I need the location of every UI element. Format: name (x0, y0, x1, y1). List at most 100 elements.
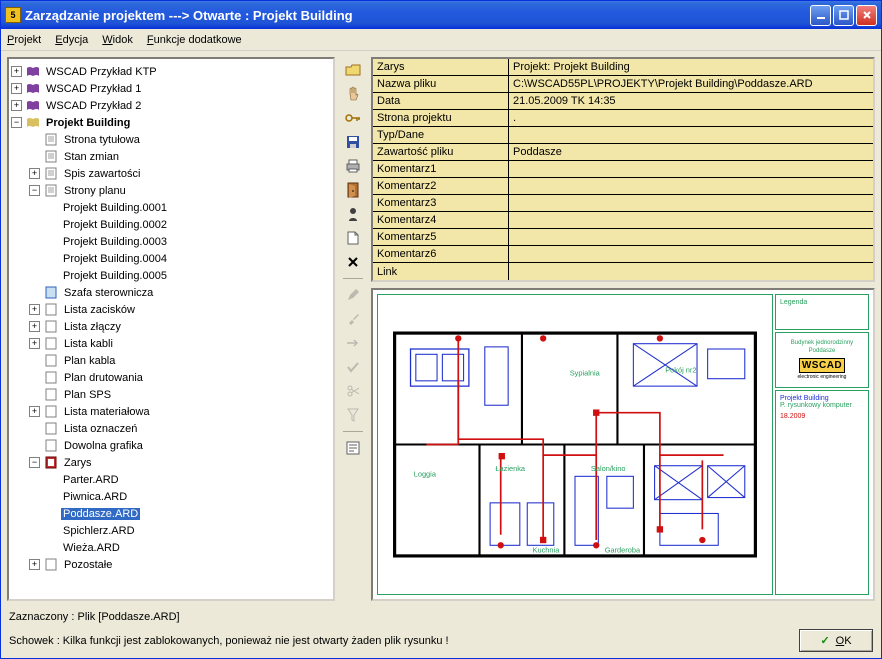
expand-toggle[interactable]: + (29, 304, 40, 315)
check-icon: ✓ (820, 634, 829, 647)
expand-toggle[interactable]: − (29, 457, 40, 468)
properties-button[interactable] (341, 437, 365, 459)
tree-item[interactable]: Lista oznaczeń (62, 423, 139, 435)
expand-toggle[interactable]: + (29, 321, 40, 332)
tree-item-selected[interactable]: Poddasze.ARD (61, 508, 140, 520)
tree-item[interactable]: Wieża.ARD (61, 542, 122, 554)
tree-item-active-project[interactable]: Projekt Building (44, 117, 132, 129)
prop-key: Zawartość pliku (373, 144, 509, 161)
prop-value[interactable] (509, 195, 873, 212)
tree-item[interactable]: Spis zawartości (62, 168, 142, 180)
print-button[interactable] (341, 155, 365, 177)
new-page-button[interactable] (341, 227, 365, 249)
statusbar: Zaznaczony : Plik [Poddasze.ARD] Schowek… (1, 607, 881, 658)
funnel-button (341, 404, 365, 426)
prop-key: Komentarz6 (373, 246, 509, 263)
prop-key: Typ/Dane (373, 127, 509, 144)
expand-toggle[interactable]: + (11, 66, 22, 77)
tree-item[interactable]: Projekt Building.0004 (61, 253, 169, 265)
floor-plan: Sypialnia Pokój nr2 Loggia Łazienka Kuch… (377, 294, 773, 595)
tree-item[interactable]: Szafa sterownicza (62, 287, 155, 299)
expand-toggle[interactable]: + (29, 559, 40, 570)
menu-project[interactable]: Projekt (7, 34, 41, 46)
tree-item[interactable]: WSCAD Przykład 1 (44, 83, 143, 95)
tree-item[interactable]: Lista materiałowa (62, 406, 152, 418)
prop-value[interactable] (509, 161, 873, 178)
meta-box: Projekt Building P. rysunkowy komputer 1… (775, 390, 869, 595)
tree-item[interactable]: Lista zacisków (62, 304, 137, 316)
prop-value[interactable] (509, 178, 873, 195)
prop-value[interactable] (509, 246, 873, 263)
tree-item[interactable]: WSCAD Przykład 2 (44, 100, 143, 112)
page-icon (43, 405, 59, 419)
prop-value[interactable] (509, 263, 873, 280)
tree-item[interactable]: Piwnica.ARD (61, 491, 129, 503)
tree-item[interactable]: Projekt Building.0003 (61, 236, 169, 248)
open-folder-button[interactable] (341, 59, 365, 81)
titlebar[interactable]: 5 Zarządzanie projektem ---> Otwarte : P… (1, 1, 881, 29)
menu-edit[interactable]: Edycja (55, 34, 88, 46)
ok-button[interactable]: ✓ OK (799, 629, 873, 652)
tree-item[interactable]: Dowolna grafika (62, 440, 145, 452)
expand-toggle[interactable]: + (29, 338, 40, 349)
legend-box: Legenda (775, 294, 869, 330)
person-button[interactable] (341, 203, 365, 225)
maximize-button[interactable] (833, 5, 854, 26)
project-tree[interactable]: + WSCAD Przykład KTP + WSCAD Przykład 1 + W… (7, 57, 335, 601)
prop-value[interactable] (509, 127, 873, 144)
menu-view[interactable]: Widok (102, 34, 133, 46)
prop-key: Nazwa pliku (373, 76, 509, 93)
tree-item[interactable]: Plan drutowania (62, 372, 145, 384)
delete-button[interactable] (341, 251, 365, 273)
menu-extras[interactable]: Funkcje dodatkowe (147, 34, 242, 46)
key-button[interactable] (341, 107, 365, 129)
tree-item[interactable]: Parter.ARD (61, 474, 121, 486)
door-button[interactable] (341, 179, 365, 201)
prop-value[interactable]: 21.05.2009 TK 14:35 (509, 93, 873, 110)
drawing-preview: Sypialnia Pokój nr2 Loggia Łazienka Kuch… (371, 288, 875, 601)
prop-value[interactable]: . (509, 110, 873, 127)
expand-toggle[interactable]: − (11, 117, 22, 128)
page-icon (43, 439, 59, 453)
expand-toggle[interactable]: + (29, 406, 40, 417)
tree-item[interactable]: Plan SPS (62, 389, 113, 401)
tree-item[interactable]: Spichlerz.ARD (61, 525, 137, 537)
expand-toggle[interactable]: − (29, 185, 40, 196)
page-icon (43, 303, 59, 317)
tree-item[interactable]: Strony planu (62, 185, 128, 197)
minimize-button[interactable] (810, 5, 831, 26)
save-button[interactable] (341, 131, 365, 153)
tree-item[interactable]: Projekt Building.0002 (61, 219, 169, 231)
properties-table: ZarysProjekt: Projekt Building Nazwa pli… (371, 57, 875, 282)
prop-value[interactable] (509, 212, 873, 229)
expand-toggle[interactable]: + (11, 100, 22, 111)
page-icon (43, 558, 59, 572)
svg-text:Garderoba: Garderoba (605, 546, 641, 555)
prop-value[interactable]: Poddasze (509, 144, 873, 161)
content-area: + WSCAD Przykład KTP + WSCAD Przykład 1 + W… (1, 51, 881, 607)
svg-text:Loggia: Loggia (414, 469, 437, 478)
prop-key: Komentarz4 (373, 212, 509, 229)
svg-text:Pokój nr2: Pokój nr2 (665, 365, 696, 374)
tree-item[interactable]: Projekt Building.0005 (61, 270, 169, 282)
tree-item[interactable]: WSCAD Przykład KTP (44, 66, 159, 78)
prop-value[interactable]: C:\WSCAD55PL\PROJEKTY\Projekt Building\P… (509, 76, 873, 93)
expand-toggle[interactable]: + (29, 168, 40, 179)
tree-item[interactable]: Zarys (62, 457, 94, 469)
tree-item[interactable]: Projekt Building.0001 (61, 202, 169, 214)
prop-value[interactable] (509, 229, 873, 246)
tree-item[interactable]: Stan zmian (62, 151, 121, 163)
menubar: Projekt Edycja Widok Funkcje dodatkowe (1, 29, 881, 51)
tree-item[interactable]: Pozostałe (62, 559, 114, 571)
outline-icon (43, 456, 59, 470)
tree-item[interactable]: Strona tytułowa (62, 134, 142, 146)
prop-value[interactable]: Projekt: Projekt Building (509, 59, 873, 76)
tree-item[interactable]: Plan kabla (62, 355, 117, 367)
page-icon (43, 388, 59, 402)
close-button[interactable] (856, 5, 877, 26)
tree-item[interactable]: Lista złączy (62, 321, 123, 333)
page-icon (43, 337, 59, 351)
expand-toggle[interactable]: + (11, 83, 22, 94)
tree-item[interactable]: Lista kabli (62, 338, 115, 350)
hand-button[interactable] (341, 83, 365, 105)
